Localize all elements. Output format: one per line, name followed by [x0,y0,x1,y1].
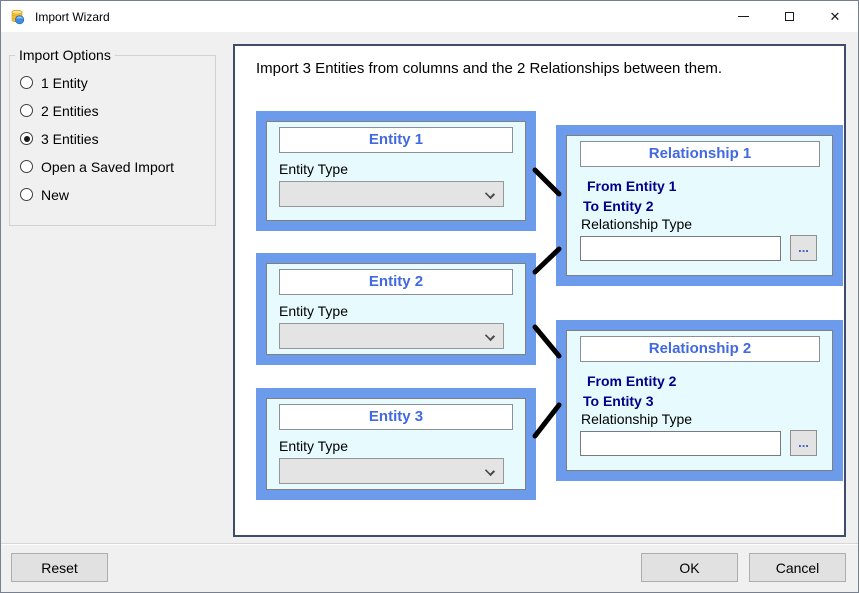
radio-icon [20,188,33,201]
window-controls: ✕ [720,1,858,32]
chevron-down-icon [485,331,495,341]
relationship-2-box: Relationship 2 From Entity 2 To Entity 3… [556,320,843,481]
relationship-1-from: From Entity 1 [587,178,820,194]
entity-1-box: Entity 1 Entity Type [256,111,536,231]
minimize-icon [738,16,749,17]
radio-icon [20,76,33,89]
entity-type-label: Entity Type [279,161,513,177]
entity-2-title: Entity 2 [279,269,513,295]
radio-option-3-entities[interactable]: 3 Entities [20,130,215,147]
relationship-type-label: Relationship Type [581,411,820,427]
entity-2-type-combobox[interactable] [279,323,504,349]
relationship-1-to: To Entity 2 [583,198,820,214]
radio-option-2-entities[interactable]: 2 Entities [20,102,215,119]
entity-3-title: Entity 3 [279,404,513,430]
relationship-1-browse-button[interactable]: ... [790,235,817,261]
radio-icon [20,104,33,117]
relationship-1-type-input[interactable] [580,236,781,261]
diagram-panel: Import 3 Entities from columns and the 2… [233,44,846,537]
ok-button[interactable]: OK [641,553,738,582]
radio-label: New [41,187,69,203]
maximize-button[interactable] [766,1,812,32]
titlebar[interactable]: Import Wizard ✕ [1,1,858,32]
entity-3-type-combobox[interactable] [279,458,504,484]
entity-1-type-combobox[interactable] [279,181,504,207]
close-icon: ✕ [830,10,841,23]
window-title: Import Wizard [35,10,110,24]
reset-button[interactable]: Reset [11,553,108,582]
relationship-1-box: Relationship 1 From Entity 1 To Entity 2… [556,125,843,286]
radio-icon [20,132,33,145]
close-button[interactable]: ✕ [812,1,858,32]
import-wizard-window: Import Wizard ✕ Import Options 1 Entity … [0,0,859,593]
relationship-1-title: Relationship 1 [580,141,820,167]
chevron-down-icon [485,189,495,199]
entity-3-box: Entity 3 Entity Type [256,388,536,500]
radio-label: 1 Entity [41,75,88,91]
cancel-button[interactable]: Cancel [749,553,846,582]
minimize-button[interactable] [720,1,766,32]
entity-type-label: Entity Type [279,438,513,454]
relationship-2-to: To Entity 3 [583,393,820,409]
radio-option-new[interactable]: New [20,186,215,203]
relationship-2-from: From Entity 2 [587,373,820,389]
entity-2-box: Entity 2 Entity Type [256,253,536,365]
radio-option-1-entity[interactable]: 1 Entity [20,74,215,91]
relationship-2-title: Relationship 2 [580,336,820,362]
radio-option-open-saved-import[interactable]: Open a Saved Import [20,158,215,175]
chevron-down-icon [485,466,495,476]
import-options-legend: Import Options [15,47,115,63]
panel-heading: Import 3 Entities from columns and the 2… [256,60,722,77]
radio-label: Open a Saved Import [41,159,174,175]
footer-separator [1,543,858,545]
maximize-icon [785,12,794,21]
radio-label: 2 Entities [41,103,99,119]
relationship-type-label: Relationship Type [581,216,820,232]
import-options-group: Import Options 1 Entity 2 Entities 3 Ent… [9,47,216,226]
entity-type-label: Entity Type [279,303,513,319]
radio-label: 3 Entities [41,131,99,147]
relationship-2-browse-button[interactable]: ... [790,430,817,456]
database-import-app-icon [10,9,26,25]
entity-1-title: Entity 1 [279,127,513,153]
relationship-2-type-input[interactable] [580,431,781,456]
radio-icon [20,160,33,173]
